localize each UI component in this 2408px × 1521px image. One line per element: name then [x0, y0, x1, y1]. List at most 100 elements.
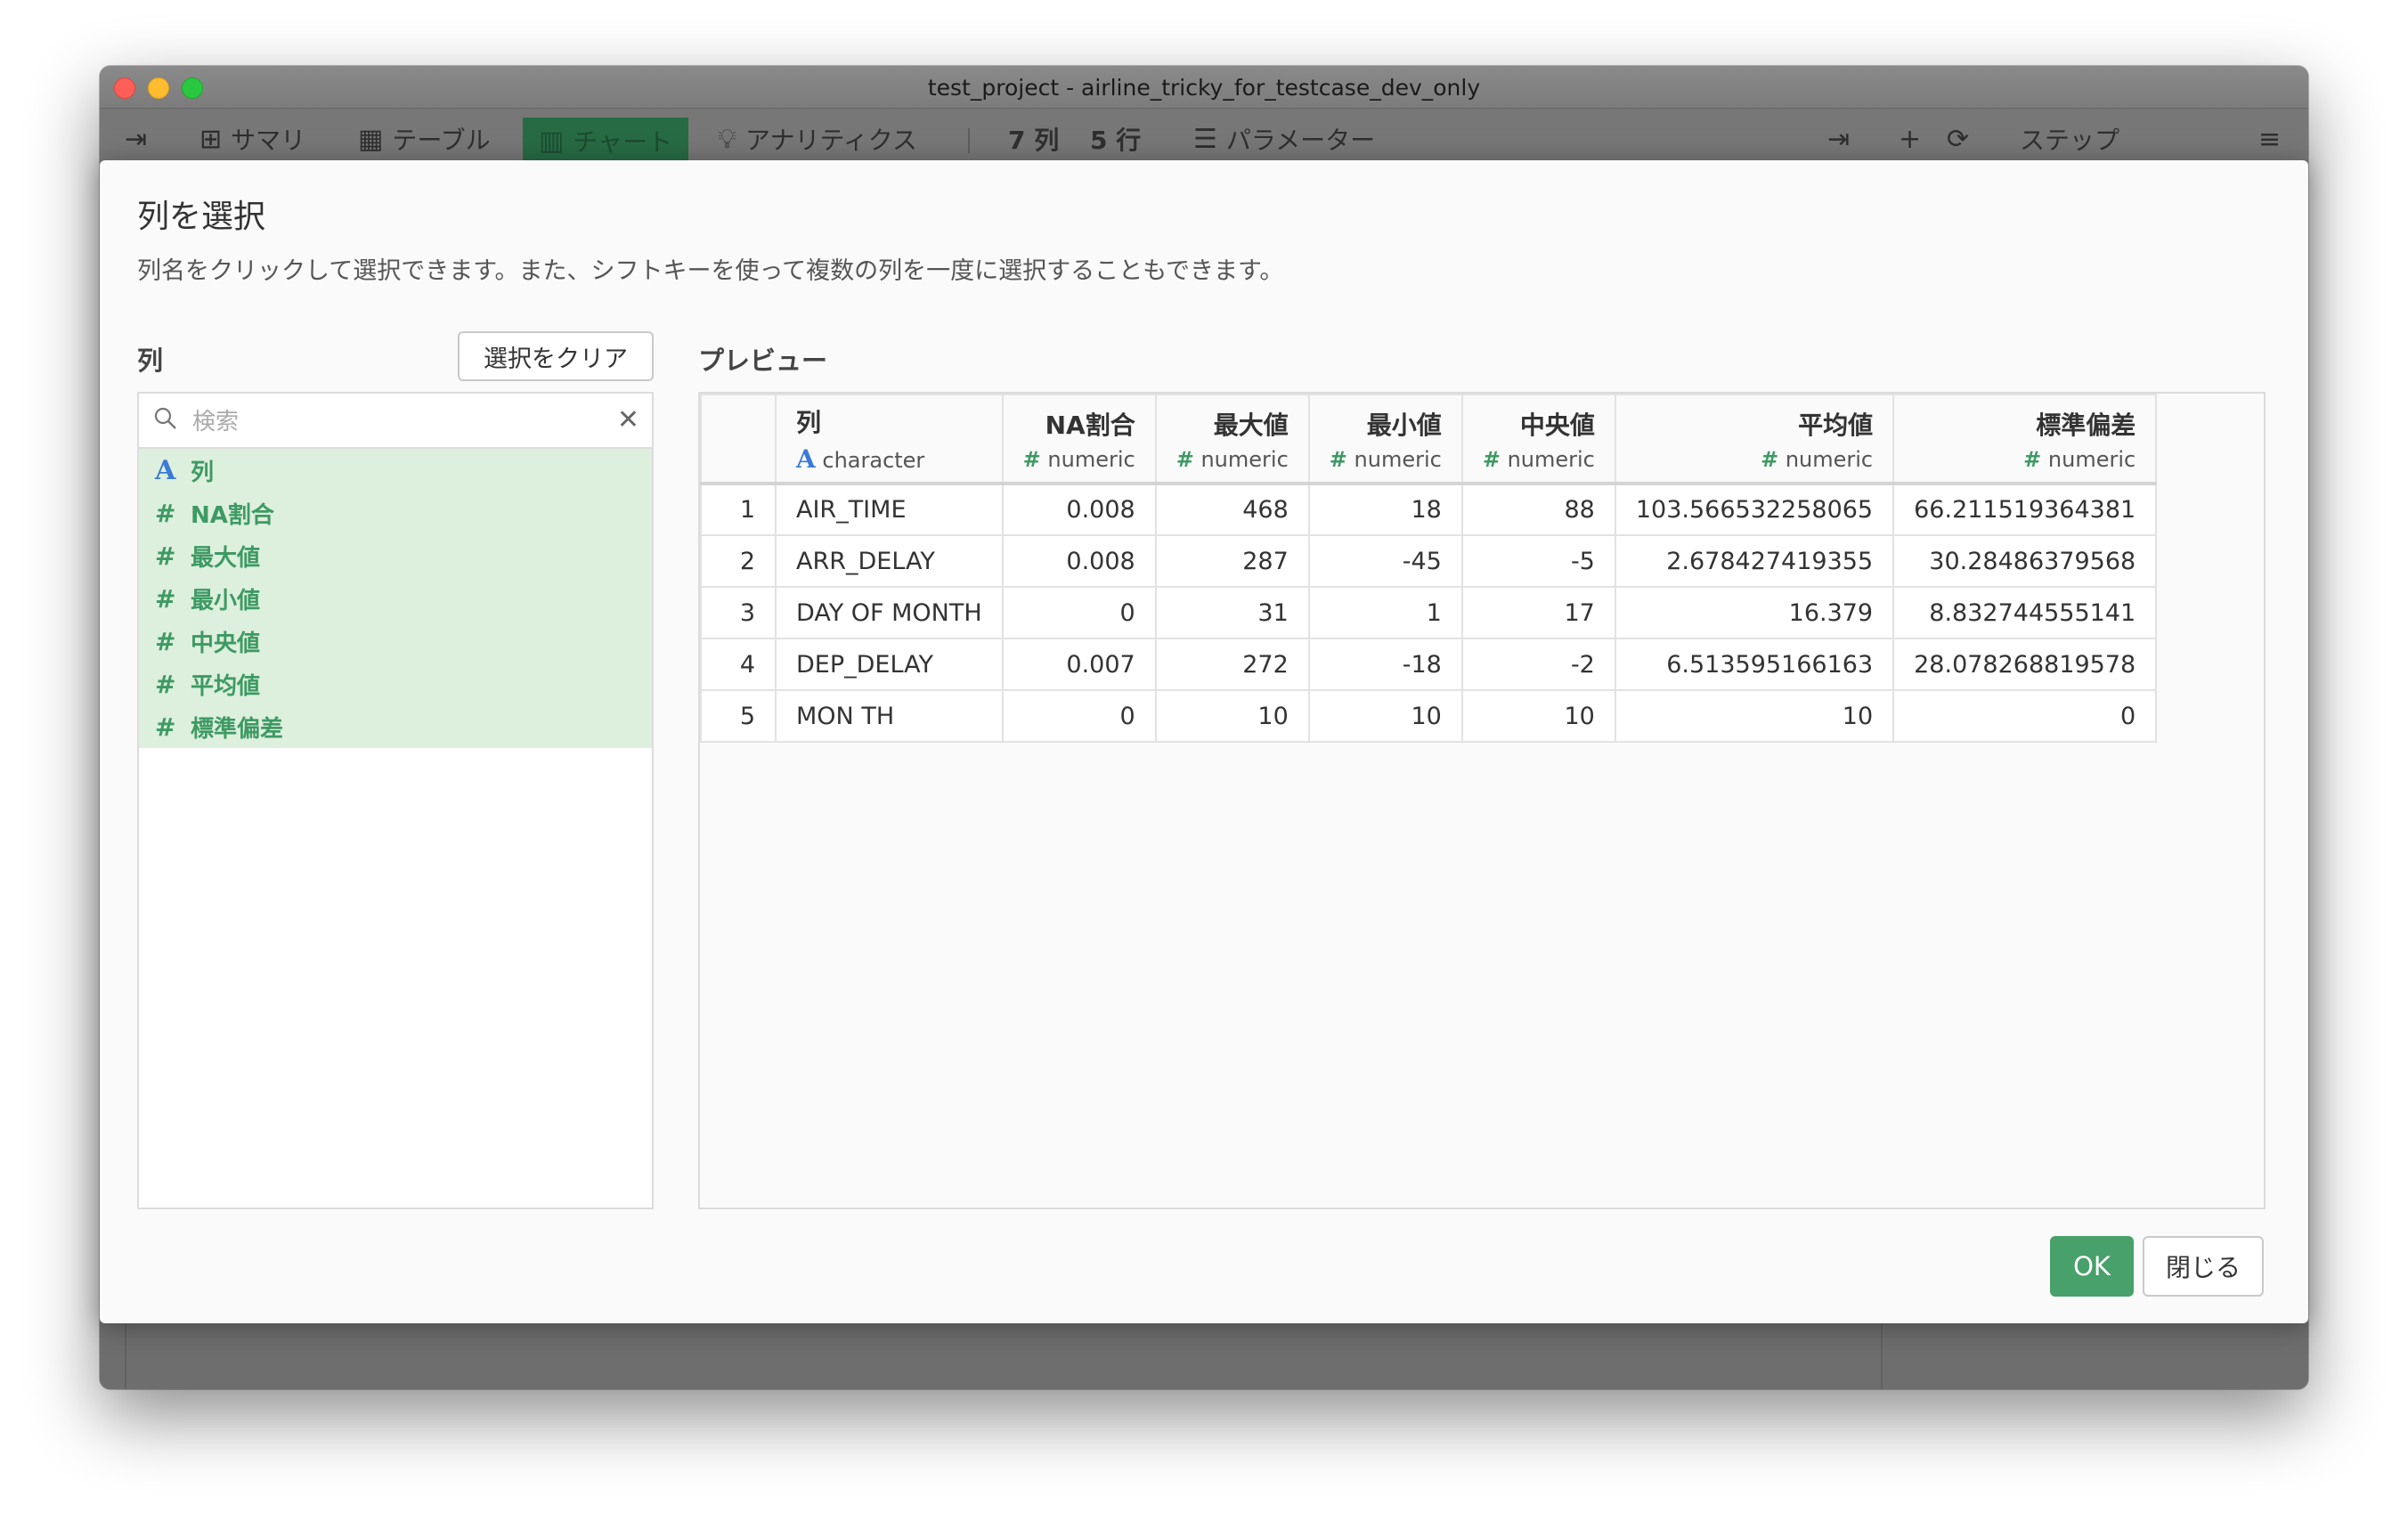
dialog-title: 列を選択	[137, 199, 266, 235]
column-header-name: 最大値	[1213, 410, 1289, 440]
clear-selection-button[interactable]: 選択をクリア	[458, 331, 654, 381]
table-cell: 31	[1154, 586, 1310, 639]
column-header[interactable]: 平均値 # numeric	[1614, 394, 1895, 485]
table-cell: 468	[1154, 483, 1310, 536]
column-list-item-label: 列	[191, 459, 215, 486]
table-cell: -18	[1307, 638, 1463, 691]
column-list: A 列 # NA割合 # 最大値 # 最小値 # 中央値 # 平均値 # 標準偏差	[139, 449, 652, 748]
parameter-button[interactable]: ☰ パラメーター	[1193, 119, 1375, 159]
column-list-item-label: 標準偏差	[191, 715, 284, 743]
add-step-button[interactable]: +	[1899, 119, 1921, 159]
tab-summary[interactable]: ⊞ サマリ	[199, 119, 305, 159]
toolbar-divider	[968, 128, 970, 153]
column-header-type: # numeric	[1023, 447, 1135, 472]
column-header[interactable]: 最小値 # numeric	[1307, 394, 1463, 485]
table-cell: 0.008	[1001, 483, 1157, 536]
numeric-type-icon: #	[1761, 446, 1779, 472]
column-header-name: 列	[796, 408, 822, 437]
column-type-label: numeric	[1354, 446, 1442, 472]
table-cell: 28.078268819578	[1892, 638, 2158, 691]
close-button[interactable]: 閉じる	[2143, 1236, 2264, 1297]
table-cell: 0.007	[1001, 638, 1157, 691]
table-cell: 103.566532258065	[1614, 483, 1895, 536]
lightbulb-icon: 💡︎	[718, 123, 736, 155]
toolbar: ⇥ ⊞ サマリ ▦ テーブル ▥ チャート 💡︎ アナリティクス 7 列 5 行…	[100, 109, 2308, 164]
row-index-cell: 1	[700, 483, 777, 536]
column-header[interactable]: 標準偏差 # numeric	[1892, 394, 2158, 485]
tab-table-label: テーブル	[392, 126, 491, 155]
column-header-type: # numeric	[1914, 447, 2135, 472]
collapse-right-button[interactable]: ⇥	[1827, 119, 1850, 159]
character-type-icon: A	[155, 454, 176, 486]
numeric-type-icon: #	[1482, 446, 1501, 472]
column-header-type: # numeric	[1176, 447, 1289, 472]
column-list-item[interactable]: # NA割合	[139, 492, 652, 534]
column-list-item[interactable]: # 平均値	[139, 663, 652, 705]
column-count: 7 列	[1008, 126, 1060, 155]
column-header-type: A character	[796, 444, 982, 474]
table-cell: 8.832744555141	[1892, 586, 2158, 639]
column-type-label: character	[822, 448, 925, 473]
column-header-name: 中央値	[1519, 410, 1595, 440]
list-icon: ≡	[2258, 123, 2282, 155]
column-list-item-label: 中央値	[191, 630, 261, 657]
tab-summary-label: サマリ	[231, 126, 306, 155]
clear-search-icon[interactable]: ✕	[617, 404, 639, 435]
numeric-type-icon: #	[2023, 446, 2042, 472]
dialog-description: 列名をクリックして選択できます。また、シフトキーを使って複数の列を一度に選択する…	[137, 257, 1284, 285]
column-header-name: 平均値	[1798, 410, 1874, 440]
search-input[interactable]	[191, 404, 582, 440]
search-box: ✕	[139, 394, 652, 449]
preview-table: 列A character NA割合 # numeric 最大値 # numeric 最小値…	[700, 394, 2158, 743]
column-header[interactable]: 中央値 # numeric	[1460, 394, 1616, 485]
tab-analytics[interactable]: 💡︎ アナリティクス	[718, 119, 917, 159]
table-cell: 10	[1460, 689, 1616, 743]
column-list-item[interactable]: # 中央値	[139, 620, 652, 663]
table-cell: DAY OF MONTH	[775, 586, 1004, 639]
table-cell: 10	[1307, 689, 1463, 743]
preview-table-panel: 列A character NA割合 # numeric 最大値 # numeric 最小値…	[698, 392, 2266, 1209]
row-count: 5 行	[1090, 126, 1142, 155]
column-list-item[interactable]: # 標準偏差	[139, 705, 652, 748]
table-cell: 88	[1460, 483, 1616, 536]
table-cell: 66.211519364381	[1892, 483, 2158, 536]
arrow-to-right-icon: ⇥	[1827, 123, 1851, 155]
table-cell: -2	[1460, 638, 1616, 691]
column-list-item[interactable]: A列	[139, 449, 652, 492]
table-cell: -5	[1460, 534, 1616, 588]
title-bar: test_project - airline_tricky_for_testca…	[100, 66, 2308, 109]
column-header-type: # numeric	[1330, 447, 1442, 472]
row-index-header	[700, 394, 777, 485]
table-cell: 2.678427419355	[1614, 534, 1895, 588]
numeric-type-icon: #	[155, 712, 176, 742]
tab-chart[interactable]: ▥ チャート	[523, 118, 689, 164]
table-cell: 0	[1001, 586, 1157, 639]
column-header[interactable]: NA割合 # numeric	[1001, 394, 1157, 485]
ok-button[interactable]: OK	[2050, 1236, 2134, 1297]
collapse-left-button[interactable]: ⇥	[125, 119, 147, 159]
numeric-type-icon: #	[1329, 446, 1347, 472]
table-row: 3 DAY OF MONTH 0 31 1 17 16.379 8.832744555141	[700, 586, 2158, 639]
column-header[interactable]: 最大値 # numeric	[1154, 394, 1310, 485]
column-header[interactable]: 列A character	[775, 394, 1004, 485]
column-type-label: numeric	[2047, 446, 2136, 472]
refresh-button[interactable]: ⟳	[1947, 119, 1969, 159]
table-icon: ▦	[358, 123, 384, 155]
numeric-type-icon: #	[1022, 446, 1041, 472]
table-cell: 6.513595166163	[1614, 638, 1895, 691]
row-index-cell: 4	[700, 638, 777, 691]
column-list-item[interactable]: # 最小値	[139, 577, 652, 620]
column-header-name: 最小値	[1366, 410, 1442, 440]
step-label: ステップ	[2020, 126, 2120, 155]
column-list-item-label: 最小値	[191, 587, 261, 614]
column-header-name: NA割合	[1045, 410, 1135, 440]
row-index-cell: 5	[700, 689, 777, 743]
character-type-icon: A	[796, 444, 816, 474]
tab-table[interactable]: ▦ テーブル	[358, 119, 491, 159]
numeric-type-icon: #	[155, 669, 176, 699]
list-menu-button[interactable]: ≡	[2258, 119, 2281, 159]
table-cell: DEP_DELAY	[775, 638, 1004, 691]
preview-label: プレビュー	[698, 346, 828, 376]
refresh-icon: ⟳	[1947, 123, 1970, 155]
column-list-item[interactable]: # 最大値	[139, 534, 652, 577]
